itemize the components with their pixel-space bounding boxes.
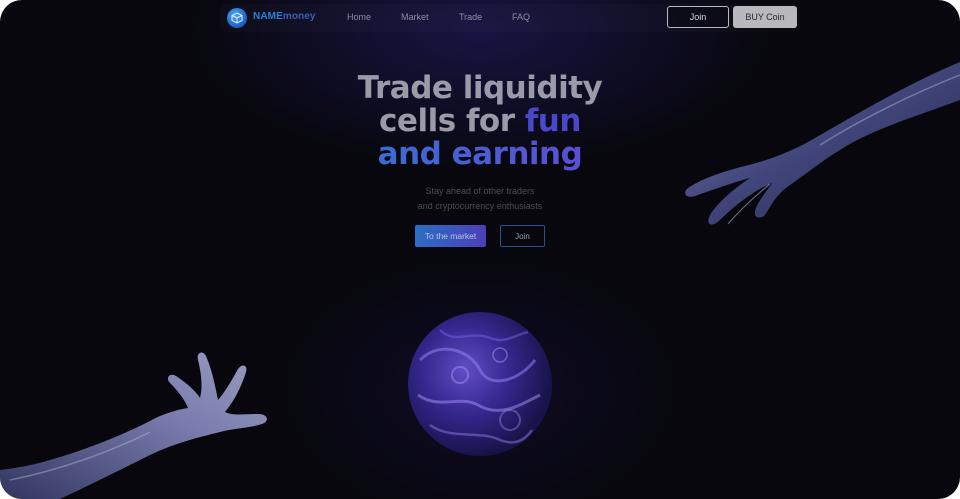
landing-page: NAMEmoney Home Market Trade FAQ Join BUY… <box>0 0 960 499</box>
nav-link-faq[interactable]: FAQ <box>512 12 530 22</box>
hero-title-line-3: and earning <box>280 138 680 171</box>
hero-title-line-2: cells for fun <box>280 105 680 138</box>
nav-link-home[interactable]: Home <box>347 12 371 22</box>
brand-name-part: NAME <box>253 11 283 22</box>
hero-subtitle-line-2: and cryptocurrency enthusiasts <box>417 201 543 211</box>
cube-logo-icon[interactable] <box>227 8 247 28</box>
brand-name-suffix: money <box>282 11 316 22</box>
nav-link-trade[interactable]: Trade <box>459 12 482 22</box>
hero-title: Trade liquidity cells for fun and earnin… <box>280 72 680 171</box>
hero-title-highlight: fun <box>524 103 582 139</box>
hero-join-button[interactable]: Join <box>500 225 545 247</box>
hero-subtitle-line-1: Stay ahead of other traders <box>425 186 535 196</box>
hero-title-line-2-text: cells for <box>379 103 525 139</box>
hero-title-line-1: Trade liquidity <box>357 70 603 106</box>
brand-name[interactable]: NAMEmoney <box>253 11 316 22</box>
join-button[interactable]: Join <box>667 6 729 28</box>
top-navbar: NAMEmoney Home Market Trade FAQ Join BUY… <box>220 4 800 32</box>
to-the-market-button[interactable]: To the market <box>415 225 486 247</box>
hero-subtitle: Stay ahead of other traders and cryptocu… <box>380 184 580 214</box>
nav-link-market[interactable]: Market <box>401 12 429 22</box>
buy-coin-button[interactable]: BUY Coin <box>733 6 797 28</box>
